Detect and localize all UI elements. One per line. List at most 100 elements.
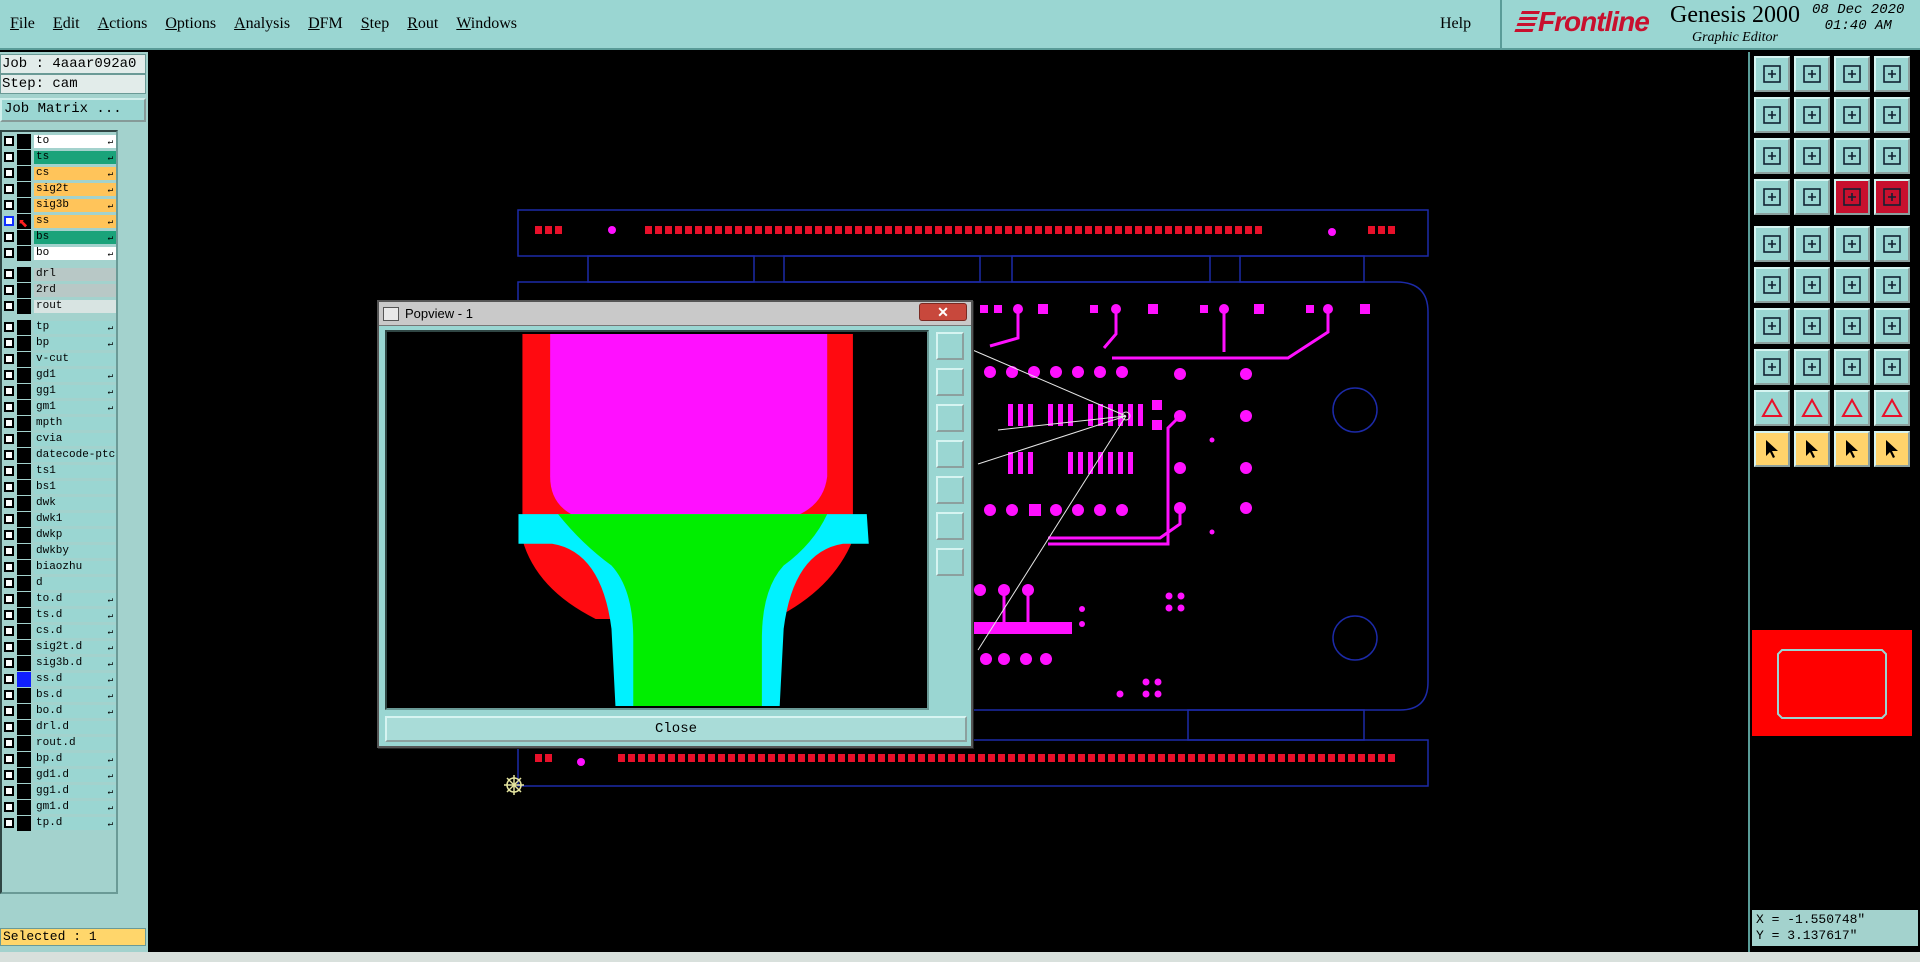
- line-edit-icon[interactable]: [1794, 226, 1830, 262]
- layer-checkbox[interactable]: [4, 466, 14, 476]
- layer-checkbox[interactable]: [4, 152, 14, 162]
- menu-windows[interactable]: Windows: [454, 13, 519, 35]
- layer-mark[interactable]: [17, 267, 31, 282]
- layer-mark[interactable]: [17, 720, 31, 735]
- layer-row[interactable]: to.d ↵: [2, 592, 116, 607]
- layer-mark[interactable]: [17, 400, 31, 415]
- layer-checkbox[interactable]: [4, 136, 14, 146]
- layer-checkbox[interactable]: [4, 338, 14, 348]
- snap-net-alt-icon[interactable]: [1874, 179, 1910, 215]
- layer-checkbox[interactable]: [4, 530, 14, 540]
- layer-checkbox[interactable]: [4, 370, 14, 380]
- layer-row[interactable]: ⬉ ss ↵: [2, 214, 116, 230]
- layer-checkbox[interactable]: [4, 184, 14, 194]
- pv-pan-left-icon[interactable]: [936, 440, 964, 468]
- layer-mark[interactable]: [17, 640, 31, 655]
- scale-1-2-icon[interactable]: [1834, 138, 1870, 174]
- cross-icon[interactable]: [1794, 267, 1830, 303]
- circle-icon[interactable]: [1874, 226, 1910, 262]
- layer-checkbox[interactable]: [4, 610, 14, 620]
- triangle-b-icon[interactable]: [1834, 390, 1870, 426]
- layer-row[interactable]: datecode-ptc: [2, 448, 116, 463]
- connect-icon[interactable]: [1754, 267, 1790, 303]
- pv-zoom-up-icon[interactable]: [936, 368, 964, 396]
- minus-icon[interactable]: [1794, 349, 1830, 385]
- close-x-icon[interactable]: ✕: [919, 303, 967, 321]
- layer-row[interactable]: bs1: [2, 480, 116, 495]
- layer-mark[interactable]: [17, 320, 31, 335]
- layer-checkbox[interactable]: [4, 285, 14, 295]
- layer-mark[interactable]: [17, 368, 31, 383]
- layer-checkbox[interactable]: [4, 770, 14, 780]
- layer-row[interactable]: ss.d ↵: [2, 672, 116, 687]
- layer-row[interactable]: sig2t ↵: [2, 182, 116, 197]
- layer-row[interactable]: sig2t.d ↵: [2, 640, 116, 655]
- layer-checkbox[interactable]: [4, 754, 14, 764]
- layer-mark[interactable]: [17, 299, 31, 314]
- layer-row[interactable]: cs.d ↵: [2, 624, 116, 639]
- layer-row[interactable]: gd1 ↵: [2, 368, 116, 383]
- layer-mark[interactable]: [17, 198, 31, 213]
- zoom-right-icon[interactable]: [1794, 97, 1830, 133]
- layer-row[interactable]: 2rd: [2, 283, 116, 298]
- layer-row[interactable]: tp.d ↵: [2, 816, 116, 831]
- layer-checkbox[interactable]: [4, 434, 14, 444]
- layer-checkbox[interactable]: [4, 168, 14, 178]
- layer-row[interactable]: sig3b ↵: [2, 198, 116, 213]
- select-poly-icon[interactable]: [1834, 431, 1870, 467]
- layer-mark[interactable]: [17, 512, 31, 527]
- layer-row[interactable]: bo.d ↵: [2, 704, 116, 719]
- layer-checkbox[interactable]: [4, 546, 14, 556]
- arc-icon[interactable]: [1834, 308, 1870, 344]
- layer-mark[interactable]: [17, 336, 31, 351]
- text-icon[interactable]: [1874, 308, 1910, 344]
- menu-edit[interactable]: Edit: [51, 13, 82, 35]
- layer-mark[interactable]: [17, 688, 31, 703]
- layer-row[interactable]: bo ↵: [2, 246, 116, 261]
- pv-zoom-in-icon[interactable]: [936, 512, 964, 540]
- layer-checkbox[interactable]: [4, 482, 14, 492]
- triangle-c-icon[interactable]: [1874, 390, 1910, 426]
- layer-checkbox[interactable]: [4, 562, 14, 572]
- menu-options[interactable]: Options: [163, 13, 218, 35]
- layer-mark[interactable]: [17, 528, 31, 543]
- layer-mark[interactable]: [17, 816, 31, 831]
- fit-icon[interactable]: [1754, 138, 1790, 174]
- pv-zoom-down-icon[interactable]: [936, 404, 964, 432]
- menu-file[interactable]: File: [8, 13, 37, 35]
- menu-dfm[interactable]: DFM: [306, 13, 345, 35]
- layer-row[interactable]: bp.d ↵: [2, 752, 116, 767]
- layer-row[interactable]: gg1.d ↵: [2, 784, 116, 799]
- layer-checkbox[interactable]: [4, 578, 14, 588]
- layer-row[interactable]: rout: [2, 299, 116, 314]
- slope-icon[interactable]: [1794, 308, 1830, 344]
- layer-checkbox[interactable]: [4, 232, 14, 242]
- layer-checkbox[interactable]: [4, 200, 14, 210]
- frame-icon[interactable]: [1834, 349, 1870, 385]
- layer-mark[interactable]: [17, 656, 31, 671]
- angle-icon[interactable]: [1754, 308, 1790, 344]
- close-button[interactable]: Close: [385, 716, 967, 742]
- layer-checkbox[interactable]: [4, 690, 14, 700]
- pv-zoom-out-icon[interactable]: [936, 548, 964, 576]
- layer-row[interactable]: rout.d: [2, 736, 116, 751]
- grid-icon[interactable]: [1794, 179, 1830, 215]
- layer-mark[interactable]: [17, 592, 31, 607]
- ruler-icon[interactable]: [1834, 226, 1870, 262]
- triangle-a-icon[interactable]: [1794, 390, 1830, 426]
- layer-mark[interactable]: [17, 496, 31, 511]
- layer-mark[interactable]: [17, 150, 31, 165]
- layer-mark[interactable]: [17, 800, 31, 815]
- layer-checkbox[interactable]: [4, 248, 14, 258]
- layer-checkbox[interactable]: [4, 498, 14, 508]
- snap-net-icon[interactable]: [1834, 179, 1870, 215]
- help-icon[interactable]: [1874, 138, 1910, 174]
- save-icon[interactable]: [1794, 56, 1830, 92]
- layer-checkbox[interactable]: [4, 301, 14, 311]
- layer-checkbox[interactable]: [4, 216, 14, 226]
- layer-mark[interactable]: [17, 464, 31, 479]
- pv-pan-right-icon[interactable]: [936, 476, 964, 504]
- layer-checkbox[interactable]: [4, 722, 14, 732]
- layer-row[interactable]: ts.d ↵: [2, 608, 116, 623]
- layer-mark[interactable]: [17, 432, 31, 447]
